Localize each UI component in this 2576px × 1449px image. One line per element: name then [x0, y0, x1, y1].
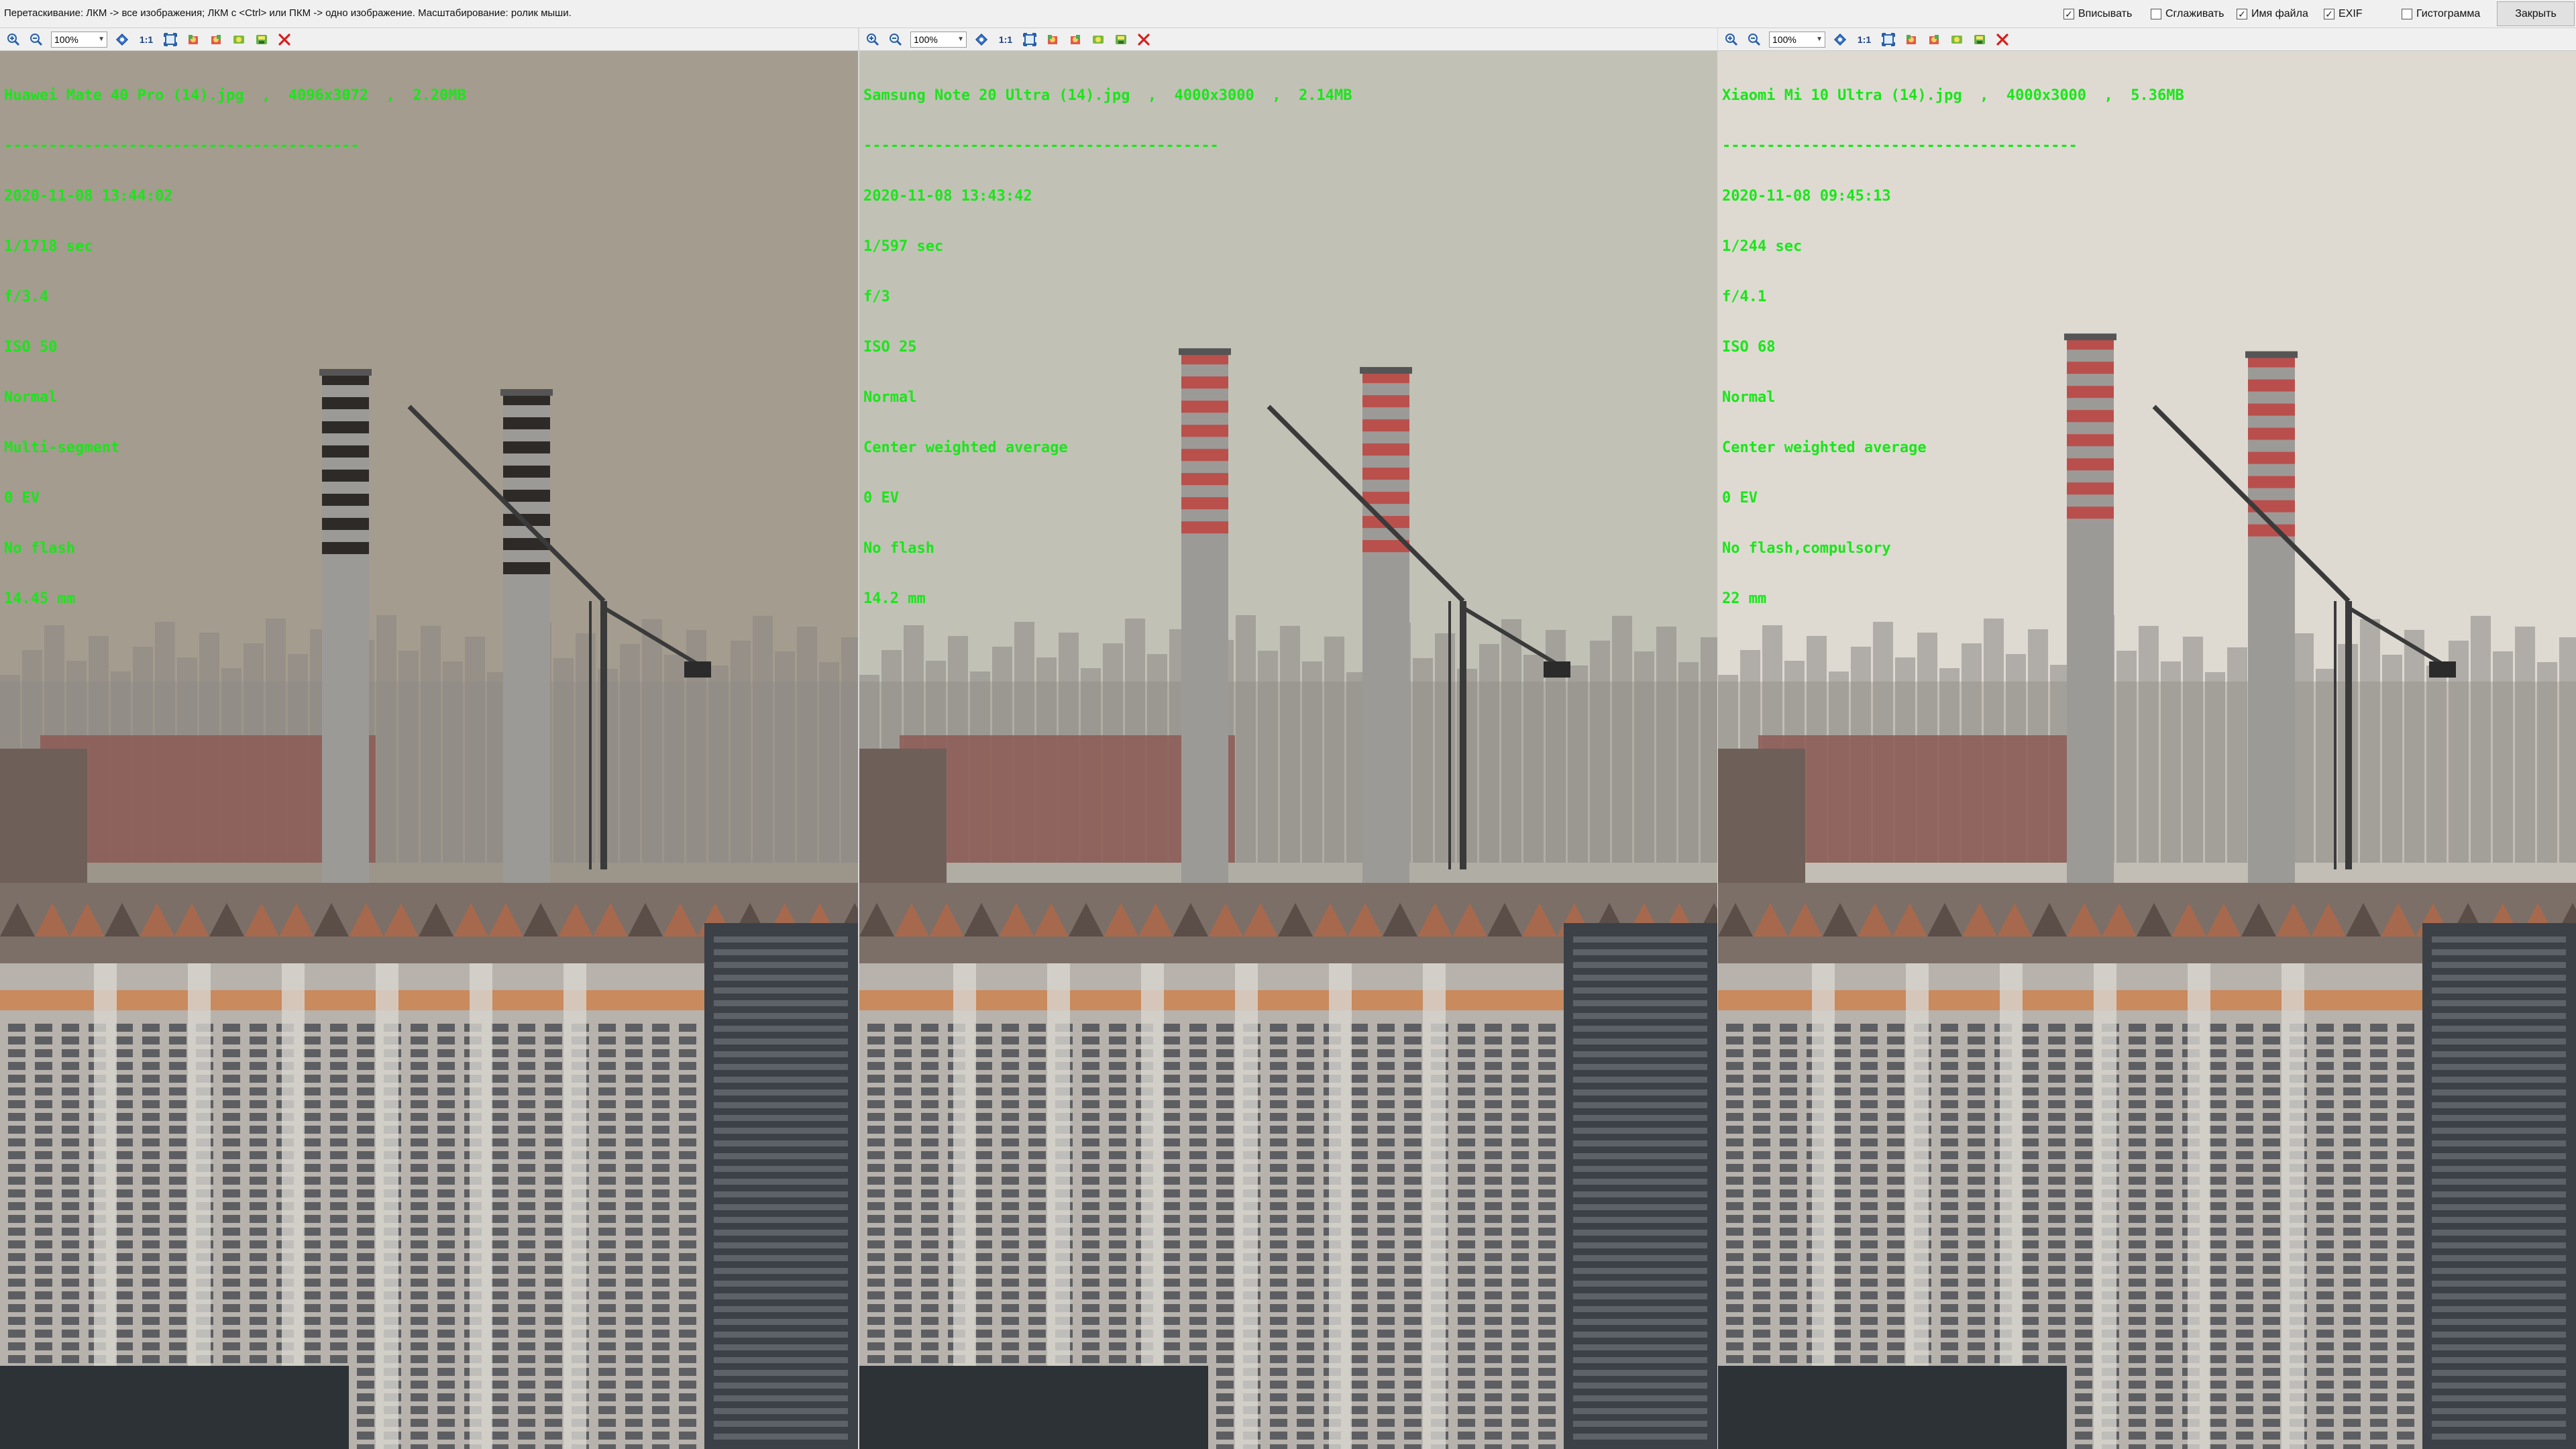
exif-focal: 14.2 mm [863, 590, 926, 607]
exif-mode: Normal [4, 389, 58, 406]
close-icon[interactable] [1136, 32, 1152, 48]
exif-separator: ---------------------------------------- [863, 138, 1219, 154]
save-icon[interactable] [1972, 32, 1988, 48]
save-icon[interactable] [1113, 32, 1129, 48]
compare-icon[interactable] [1090, 32, 1106, 48]
exif-title: Xiaomi Mi 10 Ultra (14).jpg , 4000x3000 … [1722, 87, 2184, 104]
image-pane-xiaomi[interactable]: 100% ▼ 1:1 Xiaomi Mi 10 Ultra (14).jpg ,… [1718, 28, 2576, 1449]
exif-focal: 14.45 mm [4, 590, 75, 607]
option-filename-label: Имя файла [2251, 8, 2308, 19]
pane-toolbar: 100% ▼ 1:1 [0, 28, 858, 51]
rotate-right-icon[interactable] [208, 32, 224, 48]
rotate-left-icon[interactable] [1903, 32, 1919, 48]
zoom-value: 100% [1772, 34, 1796, 45]
exif-iso: ISO 50 [4, 339, 58, 356]
exif-ev: 0 EV [1722, 490, 1758, 506]
actual-size-button[interactable]: 1:1 [996, 34, 1015, 45]
zoom-in-icon[interactable] [1723, 32, 1739, 48]
exif-datetime: 2020-11-08 09:45:13 [1722, 188, 1891, 205]
exif-shutter: 1/244 sec [1722, 238, 1803, 255]
zoom-value: 100% [54, 34, 78, 45]
histogram-checkbox[interactable] [2402, 9, 2412, 19]
option-exif[interactable]: ✓ EXIF [2324, 7, 2363, 21]
option-smooth[interactable]: Сглаживать [2151, 7, 2224, 21]
exif-aperture: f/4.1 [1722, 288, 1767, 305]
exif-flash: No flash [863, 540, 934, 557]
exif-title: Samsung Note 20 Ultra (14).jpg , 4000x30… [863, 87, 1352, 104]
exif-flash: No flash,compulsory [1722, 540, 1891, 557]
zoom-select[interactable]: 100% ▼ [51, 31, 107, 48]
option-fit-label: Вписывать [2078, 8, 2133, 19]
exif-iso: ISO 68 [1722, 339, 1776, 356]
zoom-out-icon[interactable] [888, 32, 904, 48]
zoom-in-icon[interactable] [5, 32, 21, 48]
actual-size-button[interactable]: 1:1 [137, 34, 156, 45]
exif-overlay: Xiaomi Mi 10 Ultra (14).jpg , 4000x3000 … [1722, 54, 2184, 641]
option-exif-label: EXIF [2339, 8, 2363, 19]
fit-icon[interactable] [162, 32, 178, 48]
pan-icon[interactable] [1832, 32, 1848, 48]
exif-shutter: 1/1718 sec [4, 238, 93, 255]
exif-iso: ISO 25 [863, 339, 917, 356]
exif-shutter: 1/597 sec [863, 238, 944, 255]
exif-mode: Normal [1722, 389, 1776, 406]
close-button[interactable]: Закрыть [2497, 1, 2575, 26]
exif-title: Huawei Mate 40 Pro (14).jpg , 4096x3072 … [4, 87, 466, 104]
pane-toolbar: 100% ▼ 1:1 [859, 28, 1717, 51]
chevron-down-icon: ▼ [1816, 35, 1823, 43]
exif-metering: Center weighted average [1722, 439, 1927, 456]
zoom-in-icon[interactable] [865, 32, 881, 48]
exif-metering: Center weighted average [863, 439, 1068, 456]
pan-icon[interactable] [114, 32, 130, 48]
rotate-right-icon[interactable] [1067, 32, 1083, 48]
rotate-left-icon[interactable] [185, 32, 201, 48]
filename-checkbox[interactable]: ✓ [2237, 9, 2247, 19]
exif-focal: 22 mm [1722, 590, 1767, 607]
exif-aperture: f/3 [863, 288, 890, 305]
exif-flash: No flash [4, 540, 75, 557]
compare-icon[interactable] [231, 32, 247, 48]
chevron-down-icon: ▼ [957, 35, 964, 43]
help-hint-text: Перетаскивание: ЛКМ -> все изображения; … [4, 7, 572, 19]
save-icon[interactable] [254, 32, 270, 48]
exif-checkbox[interactable]: ✓ [2324, 9, 2334, 19]
pane-toolbar: 100% ▼ 1:1 [1718, 28, 2576, 51]
exif-ev: 0 EV [4, 490, 40, 506]
exif-separator: ---------------------------------------- [4, 138, 360, 154]
exif-datetime: 2020-11-08 13:44:02 [4, 188, 173, 205]
image-pane-samsung[interactable]: 100% ▼ 1:1 Samsung Note 20 Ultra (14).jp… [859, 28, 1717, 1449]
zoom-out-icon[interactable] [1746, 32, 1762, 48]
chevron-down-icon: ▼ [98, 35, 105, 43]
fit-icon[interactable] [1022, 32, 1038, 48]
fit-checkbox[interactable]: ✓ [2063, 9, 2074, 19]
smooth-checkbox[interactable] [2151, 9, 2161, 19]
rotate-right-icon[interactable] [1926, 32, 1942, 48]
exif-aperture: f/3.4 [4, 288, 49, 305]
zoom-select[interactable]: 100% ▼ [1769, 31, 1825, 48]
exif-overlay: Samsung Note 20 Ultra (14).jpg , 4000x30… [863, 54, 1352, 641]
actual-size-button[interactable]: 1:1 [1855, 34, 1874, 45]
option-histogram[interactable]: Гистограмма [2402, 7, 2480, 21]
close-icon[interactable] [276, 32, 292, 48]
exif-mode: Normal [863, 389, 917, 406]
zoom-select[interactable]: 100% ▼ [910, 31, 967, 48]
option-filename[interactable]: ✓ Имя файла [2237, 7, 2308, 21]
top-options-bar: Перетаскивание: ЛКМ -> все изображения; … [0, 0, 2576, 28]
close-icon[interactable] [1994, 32, 2010, 48]
exif-overlay: Huawei Mate 40 Pro (14).jpg , 4096x3072 … [4, 54, 466, 641]
exif-ev: 0 EV [863, 490, 899, 506]
fit-icon[interactable] [1880, 32, 1896, 48]
exif-datetime: 2020-11-08 13:43:42 [863, 188, 1032, 205]
exif-metering: Multi-segment [4, 439, 120, 456]
option-fit[interactable]: ✓ Вписывать [2063, 7, 2132, 21]
rotate-left-icon[interactable] [1044, 32, 1061, 48]
image-pane-huawei[interactable]: 100% ▼ 1:1 Huawei Mate 40 Pro (14).jpg ,… [0, 28, 858, 1449]
exif-separator: ---------------------------------------- [1722, 138, 2078, 154]
compare-icon[interactable] [1949, 32, 1965, 48]
option-smooth-label: Сглаживать [2165, 8, 2224, 19]
zoom-out-icon[interactable] [28, 32, 44, 48]
zoom-value: 100% [914, 34, 938, 45]
pan-icon[interactable] [973, 32, 989, 48]
option-histogram-label: Гистограмма [2416, 8, 2481, 19]
